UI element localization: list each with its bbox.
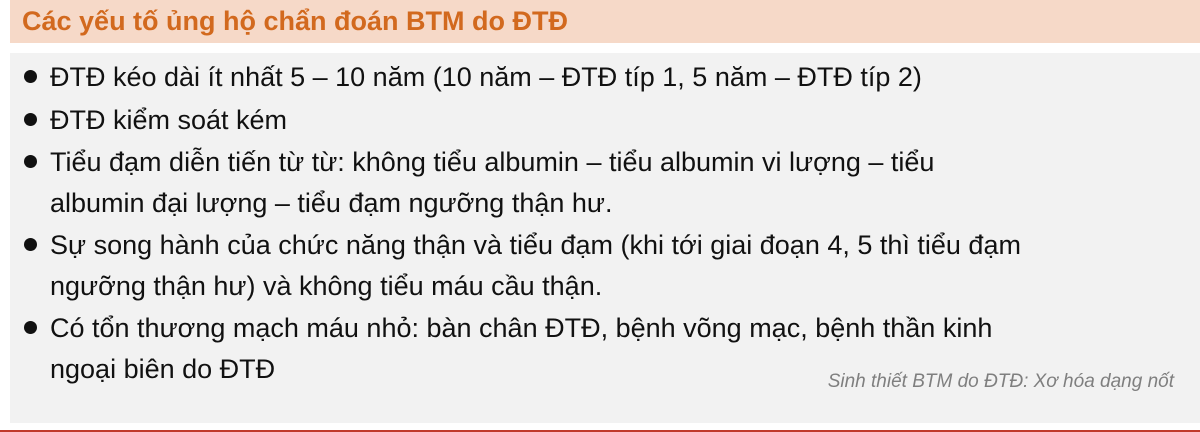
bullet-line: Có tổn thương mạch máu nhỏ: bàn chân ĐTĐ… [50,313,993,343]
bullet-line: Tiểu đạm diễn tiến từ từ: không tiểu alb… [50,147,935,177]
bullet-dot-icon [24,238,37,251]
bullet-item: Sự song hành của chức năng thận và tiểu … [22,225,1182,306]
bullet-list: ĐTĐ kéo dài ít nhất 5 – 10 năm (10 năm –… [22,57,1182,391]
bullet-item: ĐTĐ kiểm soát kém [22,100,1182,141]
slide-title: Các yếu tố ủng hộ chẩn đoán BTM do ĐTĐ [22,6,568,36]
bullet-dot-icon [24,112,37,126]
image-caption: Sinh thiết BTM do ĐTĐ: Xơ hóa dạng nốt [827,371,1174,392]
bullet-line: ĐTĐ kéo dài ít nhất 5 – 10 năm (10 năm –… [50,62,922,92]
bullet-dot-icon [24,155,37,168]
bullet-dot-icon [24,70,37,83]
bullet-line: ĐTĐ kiểm soát kém [50,104,288,135]
slide: Các yếu tố ủng hộ chẩn đoán BTM do ĐTĐ Đ… [0,0,1200,432]
bullet-item: Tiểu đạm diễn tiến từ từ: không tiểu alb… [22,142,1182,223]
bullet-line: ngưỡng thận hư) và không tiểu máu cầu th… [50,270,603,301]
bullet-line: Sự song hành của chức năng thận và tiểu … [50,230,1021,260]
bullet-line: albumin đại lượng – tiểu đạm ngưỡng thận… [50,187,613,218]
bullet-dot-icon [24,321,37,334]
bullet-item: ĐTĐ kéo dài ít nhất 5 – 10 năm (10 năm –… [22,57,1182,98]
